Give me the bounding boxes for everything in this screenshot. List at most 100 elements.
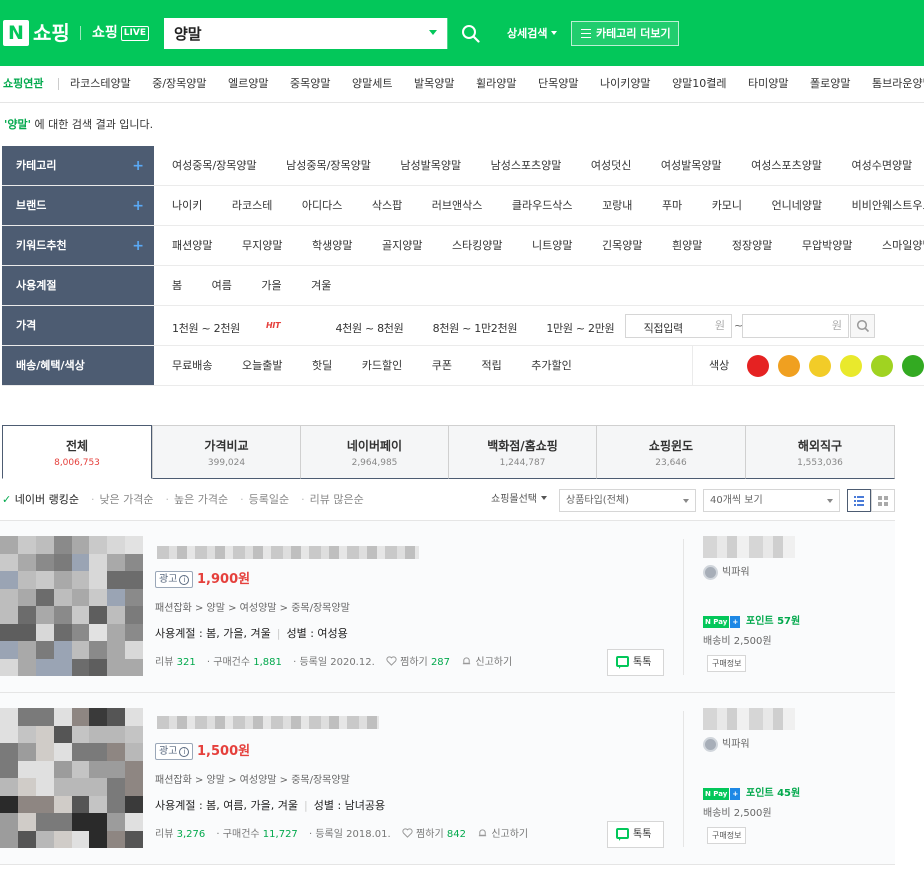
review-link[interactable]: 리뷰 3,276: [155, 829, 205, 840]
filter-option[interactable]: 나이키: [172, 199, 202, 212]
ad-badge[interactable]: 광고 i: [155, 571, 194, 588]
report-button[interactable]: 신고하기: [477, 829, 528, 840]
product-type-select[interactable]: 상품타입(전체): [559, 489, 696, 512]
sort-reviews[interactable]: 리뷰 많은순: [310, 493, 364, 506]
related-keyword[interactable]: 타미양말: [748, 77, 788, 90]
per-page-select[interactable]: 40개씩 보기: [703, 489, 840, 512]
filter-option[interactable]: 겨울: [311, 279, 331, 292]
filter-option[interactable]: 핫딜: [312, 359, 332, 372]
filter-option[interactable]: 여성수면양말: [851, 159, 912, 172]
filter-option[interactable]: 스타킹양말: [452, 239, 503, 252]
price-range-option[interactable]: 4천원 ~ 8천원: [335, 322, 403, 335]
filter-head-brand[interactable]: 브랜드 +: [2, 186, 154, 225]
related-keyword[interactable]: 톰브라운양말: [872, 77, 924, 90]
related-keyword[interactable]: 양말10켤레: [672, 77, 726, 90]
product-image[interactable]: [0, 708, 143, 848]
product-title-blurred[interactable]: [157, 546, 419, 559]
tab-all[interactable]: 전체 8,006,753: [2, 425, 152, 479]
tab-shopping-window[interactable]: 쇼핑윈도 23,646: [596, 425, 746, 479]
filter-option[interactable]: 쿠폰: [432, 359, 452, 372]
autocomplete-toggle-icon[interactable]: [429, 30, 437, 35]
review-link[interactable]: 리뷰 321: [155, 657, 196, 668]
filter-option[interactable]: 삭스팝: [372, 199, 402, 212]
related-keyword[interactable]: 단목양말: [538, 77, 578, 90]
related-keyword[interactable]: 발목양말: [414, 77, 454, 90]
sort-low-price[interactable]: 낮은 가격순: [99, 493, 153, 506]
tab-department-store[interactable]: 백화점/홈쇼핑 1,244,787: [448, 425, 597, 479]
price-range-option[interactable]: 1천원 ~ 2천원 HIT: [172, 321, 306, 335]
filter-option[interactable]: 라코스테: [232, 199, 272, 212]
shopping-live-logo[interactable]: 쇼핑 LIVE: [92, 22, 149, 44]
filter-option[interactable]: 정장양말: [732, 239, 772, 252]
related-keyword[interactable]: 휠라양말: [476, 77, 516, 90]
color-swatch[interactable]: [809, 355, 831, 377]
color-swatch[interactable]: [747, 355, 769, 377]
naver-logo[interactable]: N: [3, 20, 29, 46]
sort-date[interactable]: 등록일순: [249, 493, 289, 506]
filter-option[interactable]: 가을: [261, 279, 281, 292]
category-more-button[interactable]: 카테고리 더보기: [571, 21, 679, 46]
filter-option[interactable]: 스마일양말: [882, 239, 924, 252]
price-max-input[interactable]: 원: [742, 314, 849, 338]
filter-option[interactable]: 골지양말: [382, 239, 422, 252]
filter-option[interactable]: 여성발목양말: [661, 159, 722, 172]
filter-option[interactable]: 푸마: [662, 199, 682, 212]
filter-head-keyword[interactable]: 키워드추천 +: [2, 226, 154, 265]
filter-option[interactable]: 클라우드삭스: [512, 199, 573, 212]
filter-option[interactable]: 봄: [172, 279, 182, 292]
filter-option[interactable]: 무지양말: [242, 239, 282, 252]
color-swatch[interactable]: [840, 355, 862, 377]
tab-overseas[interactable]: 해외직구 1,553,036: [745, 425, 895, 479]
tab-price-compare[interactable]: 가격비교 399,024: [152, 425, 301, 479]
filter-option[interactable]: 카모니: [712, 199, 742, 212]
filter-option[interactable]: 여름: [212, 279, 232, 292]
related-keyword[interactable]: 나이키양말: [600, 77, 651, 90]
related-keyword[interactable]: 양말세트: [352, 77, 392, 90]
filter-option[interactable]: 러브앤삭스: [432, 199, 483, 212]
color-swatch[interactable]: [902, 355, 924, 377]
seller-name-blurred[interactable]: [703, 536, 795, 558]
filter-option[interactable]: 무압박양말: [802, 239, 853, 252]
filter-option[interactable]: 무료배송: [172, 359, 212, 372]
related-keyword[interactable]: 라코스테양말: [70, 77, 131, 90]
filter-option[interactable]: 오늘출발: [242, 359, 282, 372]
related-keyword[interactable]: 중목양말: [290, 77, 330, 90]
filter-option[interactable]: 비비안웨스트우드: [852, 199, 924, 212]
filter-option[interactable]: 여성스포츠양말: [751, 159, 822, 172]
related-keyword[interactable]: 폴로양말: [810, 77, 850, 90]
price-min-input[interactable]: 원: [625, 314, 732, 338]
shopping-logo[interactable]: 쇼핑: [33, 19, 70, 47]
buy-info-button[interactable]: 구매정보: [707, 827, 747, 844]
filter-option[interactable]: 남성스포츠양말: [491, 159, 562, 172]
report-button[interactable]: 신고하기: [461, 657, 512, 668]
filter-option[interactable]: 남성중목/장목양말: [286, 159, 371, 172]
list-view-button[interactable]: [847, 489, 871, 512]
ad-badge[interactable]: 광고 i: [155, 743, 194, 760]
detail-search-dropdown[interactable]: 상세검색: [507, 26, 558, 42]
price-search-button[interactable]: [850, 314, 875, 338]
filter-option[interactable]: 패션양말: [172, 239, 212, 252]
filter-option[interactable]: 남성발목양말: [400, 159, 461, 172]
product-title-blurred[interactable]: [157, 716, 379, 729]
related-keyword[interactable]: 엘르양말: [228, 77, 268, 90]
tab-naver-pay[interactable]: 네이버페이 2,964,985: [300, 425, 449, 479]
filter-option[interactable]: 여성중목/장목양말: [172, 159, 257, 172]
sort-high-price[interactable]: 높은 가격순: [174, 493, 228, 506]
filter-option[interactable]: 흰양말: [672, 239, 702, 252]
seller-name-blurred[interactable]: [703, 708, 795, 730]
zzim-button[interactable]: 찜하기 842: [402, 828, 466, 840]
product-category-path[interactable]: 패션잡화 > 양말 > 여성양말 > 중목/장목양말: [155, 602, 350, 616]
filter-option[interactable]: 학생양말: [312, 239, 352, 252]
filter-option[interactable]: 적립: [481, 359, 501, 372]
filter-head-category[interactable]: 카테고리 +: [2, 146, 154, 185]
filter-option[interactable]: 언니네양말: [772, 199, 823, 212]
search-input[interactable]: [174, 18, 414, 49]
talktalk-button[interactable]: 톡톡: [607, 649, 664, 676]
related-keyword[interactable]: 중/장목양말: [152, 77, 206, 90]
filter-option[interactable]: 여성덧신: [591, 159, 631, 172]
buy-info-button[interactable]: 구매정보: [707, 655, 747, 672]
zzim-button[interactable]: 찜하기 287: [386, 656, 450, 668]
filter-option[interactable]: 카드할인: [362, 359, 402, 372]
filter-option[interactable]: 추가할인: [531, 359, 571, 372]
filter-option[interactable]: 꼬랑내: [602, 199, 632, 212]
